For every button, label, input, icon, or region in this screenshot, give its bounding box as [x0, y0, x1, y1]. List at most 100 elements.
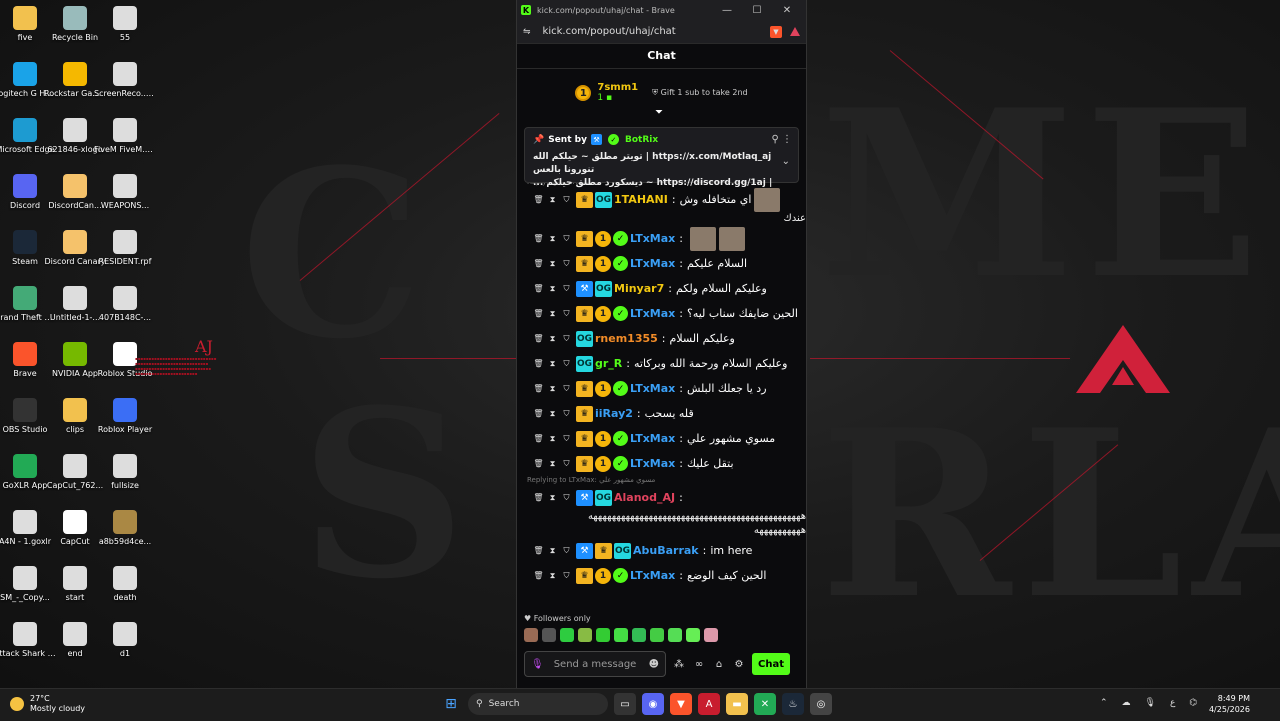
shield-icon[interactable]: ⛉ [562, 409, 571, 419]
shield-icon[interactable]: ⛉ [562, 234, 571, 244]
window-titlebar[interactable]: K kick.com/popout/uhaj/chat - Brave — ☐ … [517, 0, 806, 20]
microphone-icon[interactable]: 🎙 [1145, 698, 1156, 708]
trash-icon[interactable]: 🗑 [533, 309, 543, 318]
site-settings-icon[interactable]: ⇋ [523, 27, 531, 37]
chat-message[interactable]: 🗑 ⧗ ⛉ ⚒ ♛ OG AbuBarrak: im here [517, 538, 806, 563]
shield-icon[interactable]: ⛉ [562, 493, 571, 503]
emote-icon[interactable] [542, 628, 556, 642]
address-bar[interactable]: ⇋ kick.com/popout/uhaj/chat ▼ [517, 20, 806, 44]
desktop-icon[interactable]: 55 [94, 6, 156, 43]
chat-username[interactable]: rnem1355 [595, 332, 658, 345]
hourglass-icon[interactable]: ⧗ [548, 259, 557, 269]
trash-icon[interactable]: 🗑 [533, 234, 543, 243]
chat-username[interactable]: LTxMax [630, 307, 675, 320]
onedrive-icon[interactable]: ☁ [1122, 698, 1131, 708]
chat-message[interactable]: 🗑 ⧗ ⛉ ♛ 1 ✓ LTxMax: السلام عليكم [517, 251, 806, 276]
emote-icon[interactable] [596, 628, 610, 642]
trash-icon[interactable]: 🗑 [533, 359, 543, 368]
collapse-icon[interactable]: ⏷ [655, 107, 663, 118]
trash-icon[interactable]: 🗑 [533, 434, 543, 443]
chat-message[interactable]: 🗑 ⧗ ⛉ ♛ 1 ✓ LTxMax: الحين كيف الوضع [517, 563, 806, 588]
desktop-icon[interactable]: a8b59d4ce... [94, 510, 156, 547]
brave-shields-icon[interactable]: ▼ [770, 25, 782, 38]
brave-taskbar-icon[interactable]: ▼ [670, 693, 692, 715]
store-icon[interactable]: ⌂ [712, 659, 726, 670]
minimize-button[interactable]: — [712, 5, 742, 16]
chat-emote-icon[interactable] [689, 226, 716, 251]
desktop-icon[interactable]: d1 [94, 622, 156, 659]
task-view-icon[interactable]: ▭ [614, 693, 636, 715]
bot-name[interactable]: BotRix [625, 135, 658, 145]
desktop-icon[interactable]: 407B148C-... [94, 286, 156, 323]
chat-username[interactable]: Alanod_AJ [614, 491, 675, 504]
shield-icon[interactable]: ⛉ [562, 459, 571, 469]
chat-username[interactable]: LTxMax [630, 457, 675, 470]
chat-username[interactable]: LTxMax [630, 232, 675, 245]
chat-message[interactable]: 🗑 ⧗ ⛉ ♛ 1 ✓ LTxMax: [517, 226, 806, 251]
taskbar-search[interactable]: ⚲ Search [468, 693, 608, 715]
emote-icon[interactable] [650, 628, 664, 642]
hourglass-icon[interactable]: ⧗ [548, 334, 557, 344]
trash-icon[interactable]: 🗑 [533, 546, 543, 555]
chat-username[interactable]: gr_R [595, 357, 622, 370]
chat-message[interactable]: 🗑 ⧗ ⛉ OG rnem1355: وعليكم السلام [517, 326, 806, 351]
infinity-icon[interactable]: ∞ [692, 659, 706, 670]
chat-username[interactable]: LTxMax [630, 257, 675, 270]
message-input[interactable]: 🎙 Send a message ☻ [524, 651, 666, 677]
hourglass-icon[interactable]: ⧗ [548, 384, 557, 394]
language-indicator[interactable]: ع [1170, 698, 1175, 708]
trash-icon[interactable]: 🗑 [533, 571, 543, 580]
emote-icon[interactable] [614, 628, 628, 642]
chat-emote-icon[interactable] [754, 187, 781, 212]
hourglass-icon[interactable]: ⧗ [548, 571, 557, 581]
discord-taskbar-icon[interactable]: ◉ [642, 693, 664, 715]
shield-icon[interactable]: ⛉ [562, 359, 571, 369]
emote-icon[interactable] [686, 628, 700, 642]
pinned-message[interactable]: 📌 Sent by ⚒ ✓ BotRix https://x.com/Motla… [524, 127, 799, 188]
chat-message[interactable]: 🗑 ⧗ ⛉ ♛ 1 ✓ LTxMax: مسوي مشهور علي [517, 426, 806, 451]
desktop-icon[interactable]: Roblox Player [94, 398, 156, 435]
chat-username[interactable]: 1TAHANI [614, 193, 668, 206]
trash-icon[interactable]: 🗑 [533, 409, 543, 418]
shield-icon[interactable]: ⛉ [562, 259, 571, 269]
trash-icon[interactable]: 🗑 [533, 493, 543, 502]
desktop-icon[interactable]: ScreenReco... ١٦-٣٥-٣٤_١ [94, 62, 156, 99]
chat-message[interactable]: 🗑 ⧗ ⛉ ♛ iiRay2: قله يسحب [517, 401, 806, 426]
network-icon[interactable]: ⌬ [1189, 698, 1197, 708]
shield-icon[interactable]: ⛉ [562, 195, 571, 205]
chat-message[interactable]: 🗑 ⧗ ⛉ ⚒ OG Alanod_AJ: [517, 485, 806, 510]
chat-username[interactable]: iiRay2 [595, 407, 633, 420]
chat-username[interactable]: LTxMax [630, 432, 675, 445]
chat-messages[interactable]: Replying to iiRay2:🗑⧗⛉♛OG1TAHANI:اي متخا… [517, 178, 806, 608]
chat-message[interactable]: 🗑 ⧗ ⛉ ⚒ OG Minyar7: وعليكم السلام ولكم [517, 276, 806, 301]
points-icon[interactable]: ⁂ [672, 659, 686, 670]
desktop-icon[interactable]: WEAPONS... [94, 174, 156, 211]
file-explorer-icon[interactable]: ▬ [726, 693, 748, 715]
emote-icon[interactable] [578, 628, 592, 642]
desktop-icon[interactable]: FiveM FiveM.exe ... [94, 118, 156, 155]
chat-username[interactable]: LTxMax [630, 382, 675, 395]
shield-icon[interactable]: ⛉ [562, 434, 571, 444]
emote-icon[interactable] [704, 628, 718, 642]
trash-icon[interactable]: 🗑 [533, 459, 543, 468]
shield-icon[interactable]: ⛉ [562, 546, 571, 556]
shield-icon[interactable]: ⛉ [562, 334, 571, 344]
trash-icon[interactable]: 🗑 [533, 284, 543, 293]
hourglass-icon[interactable]: ⧗ [548, 546, 557, 556]
emote-icon[interactable] [632, 628, 646, 642]
unpin-icon[interactable]: ⚲ ⋮ [771, 134, 792, 145]
shield-icon[interactable]: ⛉ [562, 571, 571, 581]
pinned-line-2[interactable]: | https://discord.gg/1aj ~ ديسكورد مطلق … [533, 177, 790, 190]
chevron-up-icon[interactable]: ⌃ [1100, 698, 1108, 708]
clock[interactable]: 8:49 PM 4/25/2026 [1200, 693, 1250, 715]
brave-rewards-icon[interactable] [790, 27, 800, 36]
hourglass-icon[interactable]: ⧗ [548, 309, 557, 319]
gift-text[interactable]: Gift 1 sub to take 2nd [661, 88, 748, 97]
hourglass-icon[interactable]: ⧗ [548, 493, 557, 503]
chat-message[interactable]: 🗑 ⧗ ⛉ ♛ 1 ✓ LTxMax: الحين ضايفك سناب ليه؟ [517, 301, 806, 326]
hourglass-icon[interactable]: ⧗ [548, 409, 557, 419]
mic-icon[interactable]: 🎙 [531, 659, 544, 670]
close-button[interactable]: ✕ [772, 5, 802, 16]
goxlr-taskbar-icon[interactable]: ✕ [754, 693, 776, 715]
hourglass-icon[interactable]: ⧗ [548, 234, 557, 244]
